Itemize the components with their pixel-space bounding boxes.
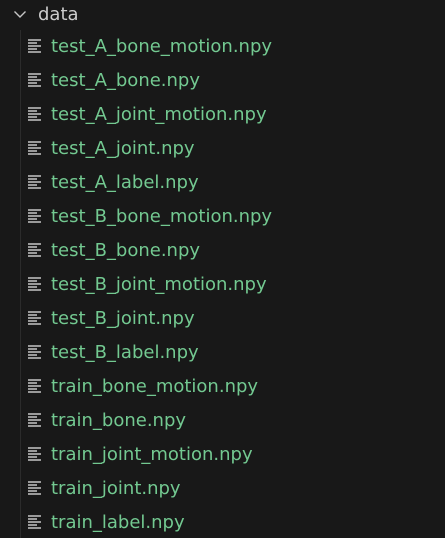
file-name: test_A_bone.npy [51,70,201,91]
file-name: test_A_joint.npy [51,138,195,159]
file-list: test_A_bone_motion.npy test_A_bone.npytes… [0,31,445,538]
file-name: test_B_joint.npy [51,308,195,329]
lines-file-icon [28,413,41,427]
file-name: test_B_joint_motion.npy [51,274,267,295]
lines-file-icon [28,311,41,325]
file-item[interactable]: test_A_bone.npy [0,65,445,99]
file-name: test_A_bone_motion.npy [51,36,273,57]
lines-file-icon [28,277,41,291]
lines-file-icon [28,175,41,189]
file-name: train_joint.npy [51,478,181,499]
file-item[interactable]: test_B_joint_motion.npy [0,269,445,303]
file-name: train_label.npy [51,512,185,533]
file-item[interactable]: test_B_bone.npy [0,235,445,269]
file-item[interactable]: train_joint.npy [0,473,445,507]
folder-row-data[interactable]: data [0,0,445,30]
file-name: test_A_label.npy [51,172,199,193]
file-item[interactable]: test_A_bone_motion.npy [0,31,445,65]
lines-file-icon [28,379,41,393]
file-explorer: data test_A_bone_motion.npy test_A_bone.n… [0,0,445,538]
file-item[interactable]: train_joint_motion.npy [0,439,445,473]
file-item[interactable]: test_B_label.npy [0,337,445,371]
file-item[interactable]: train_bone_motion.npy [0,371,445,405]
file-name: train_bone.npy [51,410,187,431]
file-item[interactable]: test_B_bone_motion.npy [0,201,445,235]
file-item[interactable]: test_A_label.npy [0,167,445,201]
lines-file-icon [28,209,41,223]
file-item[interactable]: test_A_joint.npy [0,133,445,167]
lines-file-icon [28,447,41,461]
file-item[interactable]: test_A_joint_motion.npy [0,99,445,133]
file-item[interactable]: train_bone.npy [0,405,445,439]
file-name: test_A_joint_motion.npy [51,104,267,125]
file-name: test_B_label.npy [51,342,199,363]
lines-file-icon [28,39,41,53]
lines-file-icon [28,481,41,495]
file-item[interactable]: test_B_joint.npy [0,303,445,337]
file-name: train_bone_motion.npy [51,376,259,397]
lines-file-icon [28,243,41,257]
chevron-down-icon [14,11,26,18]
file-name: train_joint_motion.npy [51,444,253,465]
lines-file-icon [28,73,41,87]
lines-file-icon [28,107,41,121]
file-item[interactable]: train_label.npy [0,507,445,538]
lines-file-icon [28,515,41,529]
file-name: test_B_bone_motion.npy [51,206,273,227]
lines-file-icon [28,345,41,359]
file-name: test_B_bone.npy [51,240,201,261]
folder-label: data [38,4,79,25]
lines-file-icon [28,141,41,155]
